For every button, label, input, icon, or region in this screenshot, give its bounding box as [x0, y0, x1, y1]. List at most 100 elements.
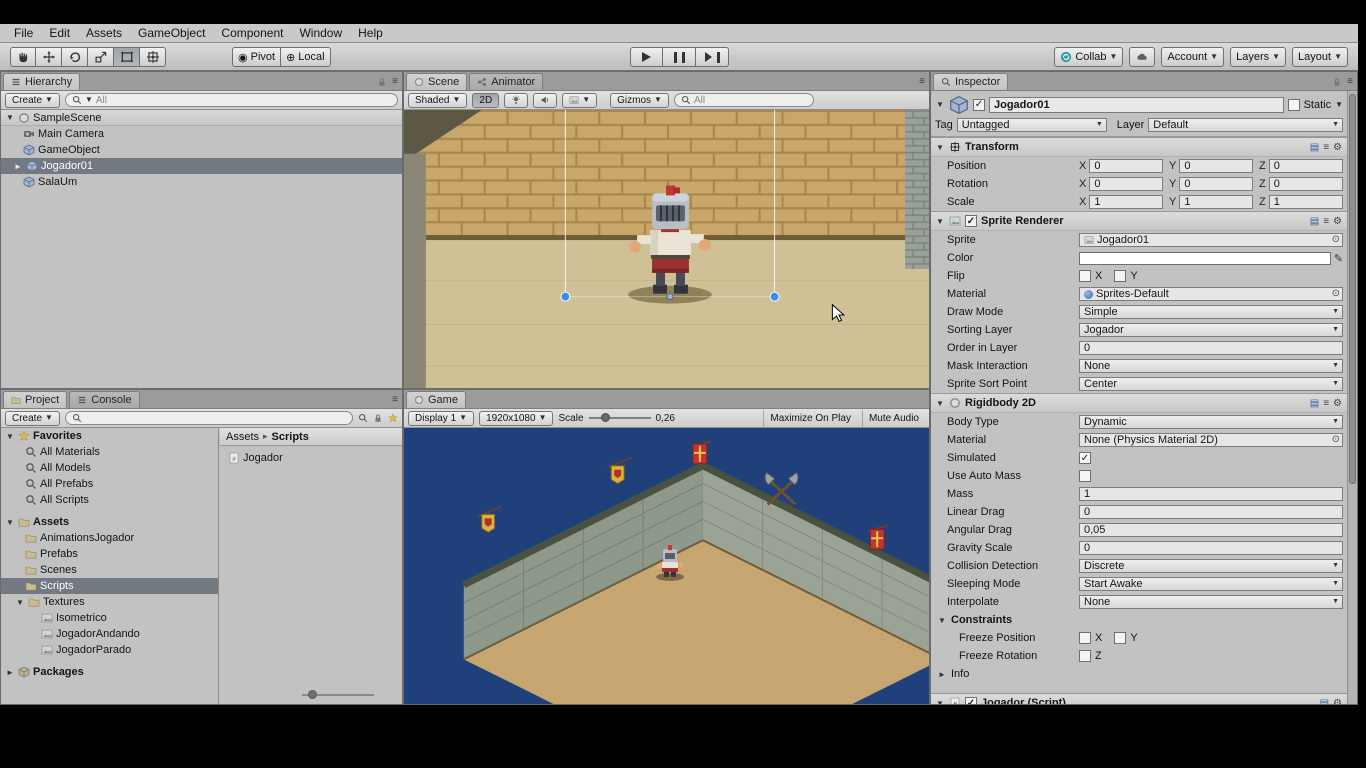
menu-edit[interactable]: Edit [41, 26, 78, 40]
hand-tool-button[interactable] [10, 47, 36, 67]
fold-closed-icon[interactable]: ► [5, 668, 15, 677]
display-dropdown[interactable]: Display 1▼ [408, 411, 474, 426]
step-button[interactable] [696, 47, 729, 67]
scene-search-input[interactable]: All [674, 93, 814, 107]
scale-z-field[interactable]: 1 [1269, 195, 1343, 209]
eyedropper-icon[interactable]: ✎ [1334, 252, 1343, 265]
static-checkbox[interactable] [1288, 99, 1300, 111]
slider-thumb[interactable] [308, 690, 317, 699]
scene-viewport[interactable] [404, 110, 929, 388]
lighting-toggle-button[interactable] [504, 93, 528, 108]
freeze-rotation-z-checkbox[interactable] [1079, 650, 1091, 662]
hierarchy-item-main-camera[interactable]: Main Camera [1, 126, 402, 142]
favorites-row[interactable]: ▼ Favorites [1, 428, 218, 444]
preset-icon[interactable]: ≡ [1323, 142, 1329, 153]
freeze-position-x-checkbox[interactable] [1079, 632, 1091, 644]
rb-material-object-field[interactable]: None (Physics Material 2D)⊙ [1079, 433, 1343, 447]
preset-icon[interactable]: ≡ [1323, 398, 1329, 409]
rigidbody2d-header[interactable]: ▼ Rigidbody 2D ▤ ≡ ⚙ [931, 393, 1347, 413]
sleeping-mode-dropdown[interactable]: Start Awake [1079, 577, 1343, 591]
menu-help[interactable]: Help [350, 26, 391, 40]
folder-animationsjogador[interactable]: AnimationsJogador [1, 530, 218, 546]
layers-dropdown[interactable]: Layers▼ [1230, 47, 1286, 67]
mute-audio-toggle[interactable]: Mute Audio [862, 410, 925, 427]
maximize-on-play-toggle[interactable]: Maximize On Play [763, 410, 857, 427]
panel-menu-icon[interactable]: ≡ [1347, 76, 1353, 87]
fold-open-icon[interactable]: ▼ [5, 113, 15, 122]
open-asset-icon[interactable] [358, 413, 368, 423]
position-z-field[interactable]: 0 [1269, 159, 1343, 173]
tab-scene[interactable]: Scene [406, 73, 467, 90]
object-picker-icon[interactable]: ⊙ [1332, 234, 1340, 245]
sprite-renderer-header[interactable]: ▼ Sprite Renderer ▤ ≡ ⚙ [931, 211, 1347, 231]
hierarchy-search-input[interactable]: ▼All [65, 93, 398, 107]
gear-icon[interactable]: ⚙ [1333, 216, 1342, 227]
collab-button[interactable]: Collab▼ [1054, 47, 1123, 67]
position-y-field[interactable]: 0 [1179, 159, 1253, 173]
favorite-all-materials[interactable]: All Materials [1, 444, 218, 460]
transform-tool-button[interactable] [140, 47, 166, 67]
object-picker-icon[interactable]: ⊙ [1332, 288, 1340, 299]
position-x-field[interactable]: 0 [1089, 159, 1163, 173]
help-icon[interactable]: ▤ [1310, 216, 1319, 227]
game-canvas[interactable] [404, 428, 929, 704]
folder-prefabs[interactable]: Prefabs [1, 546, 218, 562]
lock-icon[interactable] [377, 77, 387, 87]
object-picker-icon[interactable]: ⊙ [1332, 434, 1340, 445]
constraints-row[interactable]: ▼ Constraints [931, 611, 1347, 629]
auto-mass-checkbox[interactable] [1079, 470, 1091, 482]
gear-icon[interactable]: ⚙ [1333, 398, 1342, 409]
gear-icon[interactable]: ⚙ [1333, 142, 1342, 153]
menu-gameobject[interactable]: GameObject [130, 26, 213, 40]
project-create-button[interactable]: Create▼ [5, 411, 60, 426]
help-icon[interactable]: ▤ [1310, 398, 1319, 409]
gravity-scale-field[interactable]: 0 [1079, 541, 1343, 555]
game-viewport[interactable] [404, 428, 929, 704]
tab-console[interactable]: Console [69, 391, 139, 408]
hierarchy-scene-row[interactable]: ▼ SampleScene [1, 110, 402, 126]
local-toggle-button[interactable]: ⊕Local [281, 47, 331, 67]
layer-dropdown[interactable]: Default [1148, 118, 1343, 132]
cloud-button[interactable] [1129, 47, 1155, 67]
assets-root-row[interactable]: ▼ Assets [1, 514, 218, 530]
scale-y-field[interactable]: 1 [1179, 195, 1253, 209]
packages-root-row[interactable]: ► Packages [1, 664, 218, 680]
tab-game[interactable]: Game [406, 391, 466, 408]
move-tool-button[interactable] [36, 47, 62, 67]
rect-tool-button[interactable] [114, 47, 140, 67]
fold-open-icon[interactable]: ▼ [5, 432, 15, 441]
menu-window[interactable]: Window [291, 26, 350, 40]
help-icon[interactable]: ▤ [1310, 142, 1319, 153]
lock-icon[interactable] [373, 413, 383, 423]
breadcrumb-root[interactable]: Assets [226, 431, 259, 443]
hierarchy-create-button[interactable]: Create▼ [5, 93, 60, 108]
fold-open-icon[interactable]: ▼ [15, 598, 25, 607]
gear-icon[interactable]: ⚙ [1333, 698, 1342, 705]
fold-closed-icon[interactable]: ► [13, 162, 23, 171]
fold-open-icon[interactable]: ▼ [935, 699, 945, 705]
static-dropdown-icon[interactable]: ▼ [1335, 101, 1343, 109]
rotate-tool-button[interactable] [62, 47, 88, 67]
mask-interaction-dropdown[interactable]: None [1079, 359, 1343, 373]
folder-scripts[interactable]: Scripts [1, 578, 218, 594]
scrollbar-thumb[interactable] [1349, 94, 1356, 484]
info-row[interactable]: ► Info [931, 665, 1347, 683]
lock-icon[interactable] [1332, 77, 1342, 87]
rotation-x-field[interactable]: 0 [1089, 177, 1163, 191]
scene-canvas[interactable] [404, 110, 929, 388]
star-icon[interactable] [388, 413, 398, 423]
linear-drag-field[interactable]: 0 [1079, 505, 1343, 519]
sorting-layer-dropdown[interactable]: Jogador [1079, 323, 1343, 337]
script-component-header[interactable]: ▼ Jogador (Script) ▤ ⚙ [931, 693, 1347, 704]
component-enabled-checkbox[interactable] [965, 215, 977, 227]
tab-hierarchy[interactable]: Hierarchy [3, 73, 80, 90]
tab-animator[interactable]: Animator [469, 73, 543, 90]
fold-open-icon[interactable]: ▼ [935, 143, 945, 152]
hierarchy-item-gameobject[interactable]: GameObject [1, 142, 402, 158]
gameobject-name-field[interactable]: Jogador01 [989, 97, 1284, 113]
play-button[interactable] [630, 47, 663, 67]
sprite-sort-point-dropdown[interactable]: Center [1079, 377, 1343, 391]
slider-thumb[interactable] [601, 413, 610, 422]
sprite-object-field[interactable]: Jogador01⊙ [1079, 233, 1343, 247]
scale-tool-button[interactable] [88, 47, 114, 67]
